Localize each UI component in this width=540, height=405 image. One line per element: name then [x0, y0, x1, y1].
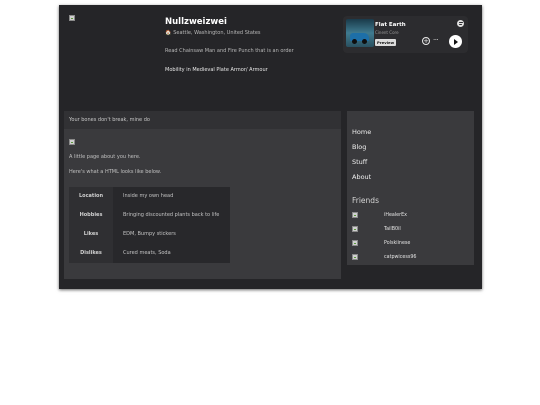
friend-avatar[interactable] [352, 212, 358, 218]
table-row: Dislikes Cured meats, Soda [69, 244, 230, 263]
friend-avatar[interactable] [352, 226, 358, 232]
table-value: Inside my own head [123, 193, 174, 199]
main-content: Your bones don't break, mine do A little… [64, 111, 341, 279]
preview-badge: Preview [375, 39, 397, 46]
friend-name[interactable]: catpwicess96 [384, 255, 416, 260]
friend-name[interactable]: Polskiinese [384, 241, 410, 246]
bio-text-secondary: Mobility in Medieval Plate Armor/ Armour [165, 67, 268, 73]
table-label: Dislikes [69, 244, 113, 263]
info-table: Location Inside my own head Hobbies Brin… [69, 187, 230, 263]
spotify-embed[interactable]: Flat Earth Cinent Core Preview + ··· [343, 16, 468, 53]
bio-text: Read Chainsaw Man and Fire Punch that is… [165, 48, 294, 54]
friend-name[interactable]: iHealerEx [384, 213, 407, 218]
track-title[interactable]: Flat Earth [375, 22, 406, 28]
profile-location: 🏠 Seattle, Washington, United States [165, 30, 261, 36]
friend-item[interactable]: catpwicess96 [352, 254, 462, 262]
friend-item[interactable]: Polskiinese [352, 240, 462, 248]
location-text: Seattle, Washington, United States [173, 30, 261, 36]
friend-item[interactable]: iHealerEx [352, 212, 462, 220]
intro-text: A little page about you here. [69, 154, 141, 160]
table-row: Hobbies Bringing discounted plants back … [69, 206, 230, 225]
add-to-library-button[interactable]: + [422, 37, 430, 45]
track-artist[interactable]: Cinent Core [375, 30, 399, 35]
table-label: Likes [69, 225, 113, 244]
nav-link-blog[interactable]: Blog [352, 143, 366, 151]
table-row: Location Inside my own head [69, 187, 230, 206]
content-image [69, 139, 75, 145]
table-label: Hobbies [69, 206, 113, 225]
sidebar: Home Blog Stuff About Friends iHealerEx … [347, 111, 474, 265]
nav-link-about[interactable]: About [352, 173, 371, 181]
table-intro-text: Here's what a HTML looks like below. [69, 169, 162, 175]
table-value: EDM, Bumpy stickers [123, 231, 176, 237]
profile-name: Nullzweizwei [165, 17, 227, 27]
friends-heading: Friends [352, 196, 379, 205]
table-value: Cured meats, Soda [123, 250, 171, 256]
friend-avatar[interactable] [352, 254, 358, 260]
play-button[interactable] [449, 35, 462, 48]
album-art[interactable] [346, 19, 374, 47]
friend-name[interactable]: TailB0iI [384, 227, 401, 232]
home-icon: 🏠 [165, 30, 172, 36]
table-row: Likes EDM, Bumpy stickers [69, 225, 230, 244]
nav-link-stuff[interactable]: Stuff [352, 158, 367, 166]
profile-page: Nullzweizwei 🏠 Seattle, Washington, Unite… [59, 5, 482, 289]
table-value: Bringing discounted plants back to life [123, 212, 220, 218]
profile-picture [69, 15, 75, 21]
friend-item[interactable]: TailB0iI [352, 226, 462, 234]
more-options-button[interactable]: ··· [433, 36, 439, 44]
table-label: Location [69, 187, 113, 206]
spotify-logo-icon[interactable] [457, 20, 464, 27]
friend-avatar[interactable] [352, 240, 358, 246]
nav-link-home[interactable]: Home [352, 128, 371, 136]
main-header: Your bones don't break, mine do [64, 111, 341, 129]
